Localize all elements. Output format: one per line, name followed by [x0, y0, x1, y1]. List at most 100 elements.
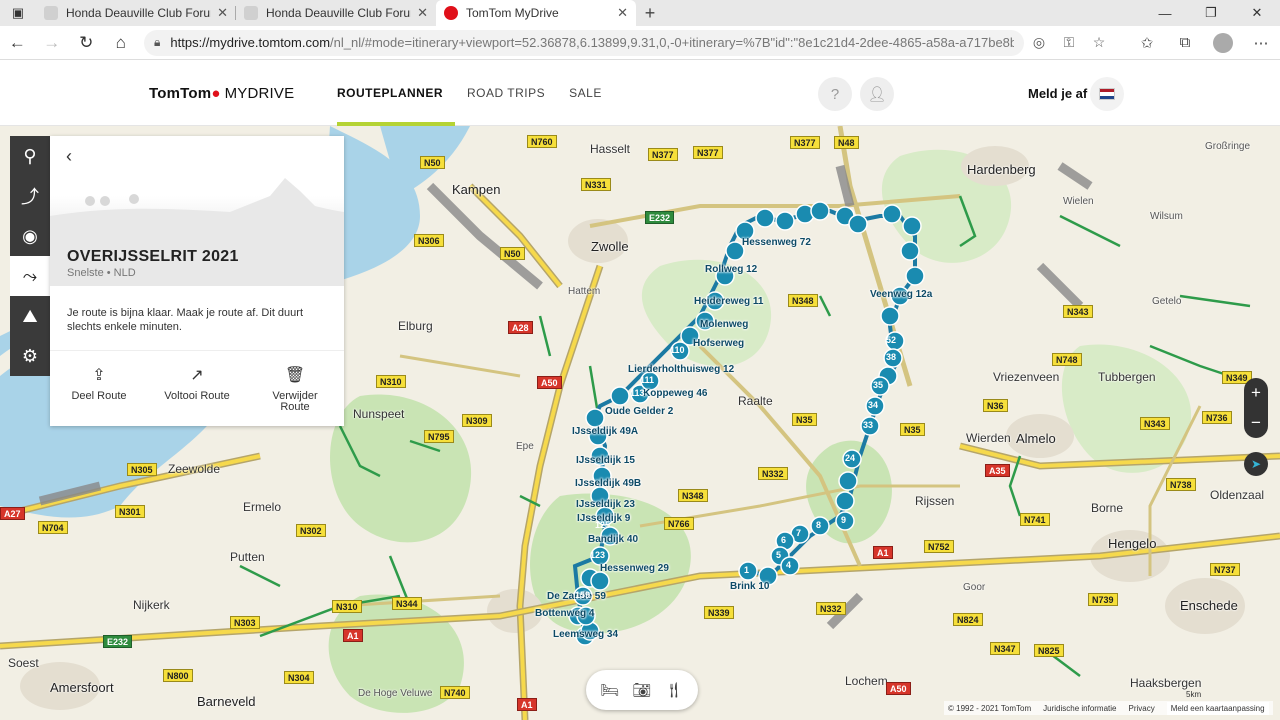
- waypoint-label[interactable]: Hessenweg 29: [600, 563, 669, 574]
- route-marker-number[interactable]: 1: [744, 565, 749, 575]
- browser-tab[interactable]: Honda Deauville Club Forum - F ✕: [36, 0, 236, 26]
- route-marker-number[interactable]: 8: [816, 520, 821, 530]
- route-title: OVERIJSSELRIT 2021: [67, 248, 239, 265]
- legal-link[interactable]: Juridische informatie: [1043, 704, 1116, 713]
- waypoint-label[interactable]: Hessenweg 72: [742, 237, 811, 248]
- route-marker-number[interactable]: 34: [868, 400, 878, 410]
- road-shield: N331: [581, 178, 611, 191]
- route-marker-number[interactable]: 110: [670, 345, 685, 355]
- road-shield: A28: [508, 321, 533, 334]
- close-tab-icon[interactable]: ✕: [217, 5, 228, 21]
- forward-icon[interactable]: →: [35, 26, 70, 60]
- directions-icon[interactable]: ⤴: [10, 176, 50, 216]
- delete-route-button[interactable]: 🗑︎ Verwijder Route: [246, 351, 344, 426]
- route-marker-number[interactable]: 113: [630, 388, 645, 398]
- waypoint-label[interactable]: Rollweg 12: [705, 264, 757, 275]
- zoom-in-icon[interactable]: +: [1251, 383, 1261, 403]
- more-icon[interactable]: ⋯: [1242, 26, 1280, 60]
- waypoint-label[interactable]: IJsseldijk 15: [576, 455, 635, 466]
- location-icon[interactable]: ◎: [1024, 34, 1054, 51]
- waypoint-label[interactable]: Bandijk 40: [588, 534, 638, 545]
- privacy-link[interactable]: Privacy: [1129, 704, 1155, 713]
- search-icon[interactable]: ⚲: [10, 136, 50, 176]
- route-marker-number[interactable]: 33: [863, 420, 873, 430]
- nav-routeplanner[interactable]: ROUTEPLANNER: [337, 60, 456, 126]
- road-shield: N704: [38, 521, 68, 534]
- close-window-icon[interactable]: ✕: [1234, 0, 1280, 26]
- road-shield: A27: [0, 507, 25, 520]
- restaurant-icon[interactable]: 🍴︎: [664, 681, 683, 699]
- my-routes-icon[interactable]: ⤳: [10, 256, 50, 296]
- lock-icon[interactable]: 🔒︎: [154, 35, 160, 50]
- key-icon[interactable]: ⚿: [1054, 34, 1084, 51]
- waypoint-label[interactable]: Lierderholthuisweg 12: [628, 364, 734, 375]
- home-icon[interactable]: ⌂: [104, 26, 139, 60]
- back-icon[interactable]: ←: [0, 26, 35, 60]
- route-marker-number[interactable]: 7: [796, 528, 801, 538]
- waypoint-label[interactable]: Veenweg 12a: [870, 289, 932, 300]
- zoom-out-icon[interactable]: −: [1251, 413, 1261, 433]
- route-marker-number[interactable]: 5: [776, 550, 781, 560]
- favorites-icon[interactable]: ✩: [1128, 26, 1166, 60]
- route-marker-number[interactable]: 159: [575, 590, 590, 600]
- route-marker-number[interactable]: 24: [845, 453, 855, 463]
- waypoint-label[interactable]: Leemsweg 34: [553, 629, 618, 640]
- route-marker-number[interactable]: 6: [781, 535, 786, 545]
- close-tab-icon[interactable]: ✕: [417, 5, 428, 21]
- report-map-link[interactable]: Meld een kaartaanpassing: [1166, 701, 1269, 715]
- nav-sale[interactable]: SALE: [557, 60, 614, 126]
- maximize-icon[interactable]: ❐: [1188, 0, 1234, 26]
- reload-icon[interactable]: ↻: [69, 26, 104, 60]
- route-marker-number[interactable]: 35: [873, 380, 883, 390]
- road-shield: N737: [1210, 563, 1240, 576]
- share-route-button[interactable]: ⇪ Deel Route: [50, 351, 148, 426]
- road-trips-icon[interactable]: ⛰: [10, 296, 50, 336]
- user-icon[interactable]: 👤︎: [860, 77, 894, 111]
- url-bar[interactable]: 🔒︎ https://mydrive.tomtom.com/nl_nl/#mod…: [144, 29, 1024, 56]
- minimize-icon[interactable]: —: [1142, 0, 1188, 26]
- profile-avatar[interactable]: [1213, 32, 1233, 53]
- waypoint-label[interactable]: Koppeweg 46: [643, 388, 707, 399]
- waypoint-label[interactable]: Heidereweg 11: [694, 296, 763, 307]
- road-shield: N48: [834, 136, 859, 149]
- place-label: Hattem: [568, 286, 601, 297]
- route-marker-number[interactable]: 4: [786, 560, 791, 570]
- new-tab-icon[interactable]: +: [636, 0, 664, 26]
- waypoint-label[interactable]: Hofserweg: [693, 338, 744, 349]
- place-label: Hengelo: [1108, 536, 1157, 551]
- waypoint-label[interactable]: IJsseldijk 23: [576, 499, 635, 510]
- back-arrow-icon[interactable]: ‹: [66, 146, 72, 167]
- waypoint-label[interactable]: Bottenweg 4: [535, 608, 594, 619]
- route-marker-number[interactable]: 125: [595, 520, 610, 530]
- route-marker-number[interactable]: 38: [886, 352, 896, 362]
- waypoint-label[interactable]: IJsseldijk 49A: [572, 426, 638, 437]
- compass-icon[interactable]: ➤: [1244, 452, 1268, 476]
- logout-link[interactable]: Meld je af: [1028, 86, 1087, 101]
- my-places-icon[interactable]: ◉: [10, 216, 50, 256]
- bed-icon[interactable]: 🛏︎: [600, 681, 619, 699]
- route-marker-number[interactable]: 111: [640, 375, 654, 385]
- waypoint-label[interactable]: IJsseldijk 49B: [575, 478, 641, 489]
- collections-icon[interactable]: ⧉: [1166, 26, 1204, 60]
- language-flag-icon[interactable]: [1090, 77, 1124, 111]
- waypoint-label[interactable]: Oude Gelder 2: [605, 406, 673, 417]
- place-label: De Hoge Veluwe: [358, 688, 433, 699]
- browser-tab[interactable]: Honda Deauville Club Forum - Pl ✕: [236, 0, 436, 26]
- nav-road-trips[interactable]: ROAD TRIPS: [455, 60, 557, 126]
- settings-icon[interactable]: ⚙: [10, 336, 50, 376]
- finish-route-button[interactable]: ↗ Voltooi Route: [148, 351, 246, 426]
- tomtom-logo[interactable]: TomTom● MYDRIVE: [149, 85, 294, 102]
- route-marker-number[interactable]: 52: [886, 335, 896, 345]
- favorite-add-icon[interactable]: ☆: [1084, 34, 1114, 51]
- forum-favicon-icon: [44, 6, 58, 20]
- camera-icon[interactable]: 📷︎: [632, 681, 651, 699]
- help-icon[interactable]: ?: [818, 77, 852, 111]
- browser-tab-active[interactable]: TomTom MyDrive ✕: [436, 0, 636, 26]
- route-marker-number[interactable]: 123: [590, 550, 605, 560]
- tab-actions-icon[interactable]: ▣: [0, 0, 36, 26]
- waypoint-label[interactable]: Molenweg: [700, 319, 748, 330]
- route-marker-number[interactable]: 9: [841, 515, 846, 525]
- trash-icon: 🗑︎: [284, 367, 306, 384]
- close-tab-icon[interactable]: ✕: [617, 5, 628, 21]
- waypoint-label[interactable]: Brink 10: [730, 581, 769, 592]
